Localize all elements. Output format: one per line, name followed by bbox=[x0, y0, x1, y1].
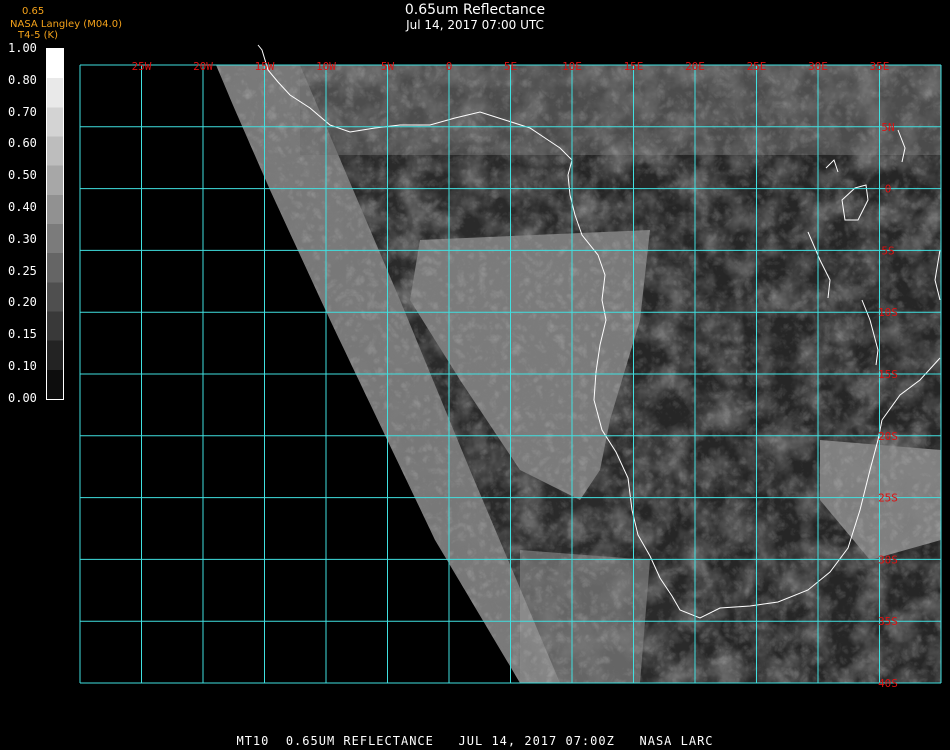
latitude-label: 0 bbox=[885, 183, 892, 196]
longitude-label: 20E bbox=[685, 60, 705, 73]
longitude-label: 20W bbox=[193, 60, 213, 73]
longitude-label: 10W bbox=[316, 60, 336, 73]
latitude-label: 5N bbox=[881, 121, 894, 134]
latitude-label: 30S bbox=[878, 553, 898, 566]
longitude-label: 25W bbox=[132, 60, 152, 73]
latitude-label: 5S bbox=[881, 244, 894, 257]
longitude-label: 5E bbox=[504, 60, 517, 73]
latitude-label: 15S bbox=[878, 368, 898, 381]
longitude-label: 15E bbox=[624, 60, 644, 73]
latitude-label: 25S bbox=[878, 492, 898, 505]
latitude-label: 10S bbox=[878, 306, 898, 319]
longitude-label: 30E bbox=[808, 60, 828, 73]
longitude-label: 25E bbox=[747, 60, 767, 73]
longitude-label: 0 bbox=[446, 60, 453, 73]
footer-caption: MT10 0.65UM REFLECTANCE JUL 14, 2017 07:… bbox=[236, 734, 714, 748]
longitude-label: 5W bbox=[381, 60, 395, 73]
longitude-label: 10E bbox=[562, 60, 582, 73]
longitude-label: 35E bbox=[870, 60, 890, 73]
latitude-label: 20S bbox=[878, 430, 898, 443]
latitude-label: 40S bbox=[878, 677, 898, 690]
imagery-layer bbox=[216, 65, 941, 683]
satellite-map: 25W 20W 15W 10W 5W 0 5E 10E 15E 20E 25E 30E 35E 5N 0 5… bbox=[79, 44, 942, 690]
longitude-label: 15W bbox=[255, 60, 275, 73]
latitude-label: 35S bbox=[878, 615, 898, 628]
